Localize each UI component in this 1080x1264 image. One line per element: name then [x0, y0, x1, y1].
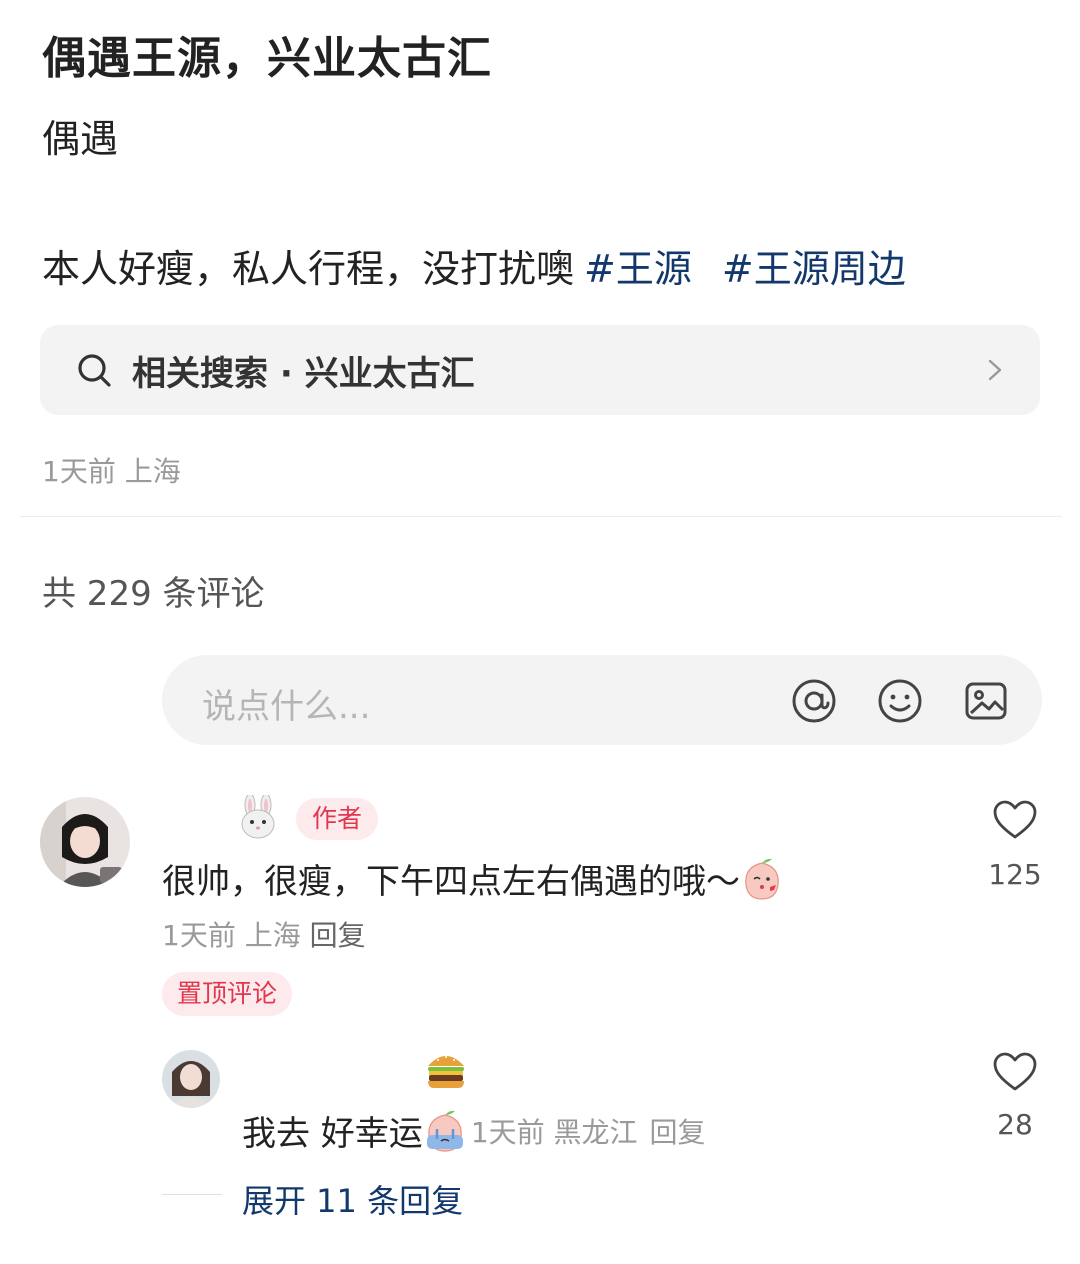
- hashtag-wangyuan[interactable]: #王源: [584, 247, 692, 291]
- smile-icon[interactable]: [876, 677, 924, 725]
- image-icon[interactable]: [962, 677, 1010, 725]
- related-search-label: 相关搜索 · 兴业太古汇: [132, 353, 475, 394]
- rabbit-emoji-icon: [241, 795, 275, 839]
- post-body: 本人好瘦，私人行程，没打扰噢 #王源 #王源周边: [42, 238, 906, 293]
- reply-button[interactable]: 回复: [650, 1111, 706, 1151]
- reply-button[interactable]: 回复: [310, 919, 366, 952]
- post-title: 偶遇王源，兴业太古汇: [42, 33, 492, 84]
- comment-text: 很帅，很瘦，下午四点左右偶遇的哦～: [162, 854, 784, 903]
- avatar[interactable]: [162, 1050, 220, 1108]
- comment-input[interactable]: 说点什么...: [162, 655, 1042, 745]
- expand-divider: [162, 1194, 222, 1195]
- like-count: 28: [997, 1108, 1033, 1141]
- comment-input-placeholder: 说点什么...: [202, 687, 371, 727]
- post-subtitle: 偶遇: [42, 117, 119, 161]
- pinned-comment-badge: 置顶评论: [162, 972, 292, 1016]
- comment-time-location: 1天前 黑龙江: [470, 1115, 638, 1149]
- search-icon: [78, 354, 111, 387]
- divider: [20, 516, 1062, 517]
- comment-time-location: 1天前 上海: [162, 919, 301, 952]
- peach-kiss-emoji-icon: [745, 858, 779, 900]
- avatar[interactable]: [40, 797, 130, 887]
- comment-text-content: 我去 好幸运: [242, 1114, 423, 1154]
- comment-count: 共 229 条评论: [42, 574, 265, 614]
- author-badge: 作者: [296, 798, 378, 840]
- hashtag-wangyuan-merch[interactable]: #王源周边: [722, 247, 906, 291]
- related-search-bar[interactable]: 相关搜索 · 兴业太古汇: [40, 325, 1040, 415]
- like-count: 125: [988, 858, 1042, 891]
- hamburger-emoji-icon: [428, 1056, 464, 1088]
- heart-icon[interactable]: [993, 800, 1037, 840]
- expand-replies-button[interactable]: 展开 11 条回复: [242, 1176, 463, 1222]
- post-meta: 1天前 上海: [42, 455, 181, 488]
- heart-icon[interactable]: [993, 1052, 1037, 1092]
- post-body-text: 本人好瘦，私人行程，没打扰噢: [42, 247, 575, 291]
- comment-text-content: 很帅，很瘦，下午四点左右偶遇的哦～: [162, 862, 740, 902]
- peach-cry-emoji-icon: [426, 1110, 463, 1152]
- chevron-right-icon: [988, 359, 1002, 381]
- at-icon[interactable]: [790, 677, 838, 725]
- reply-comment: 我去 好幸运 1天前 黑龙江 回复: [242, 1106, 706, 1155]
- comment-meta: 1天前 上海 回复: [162, 914, 366, 954]
